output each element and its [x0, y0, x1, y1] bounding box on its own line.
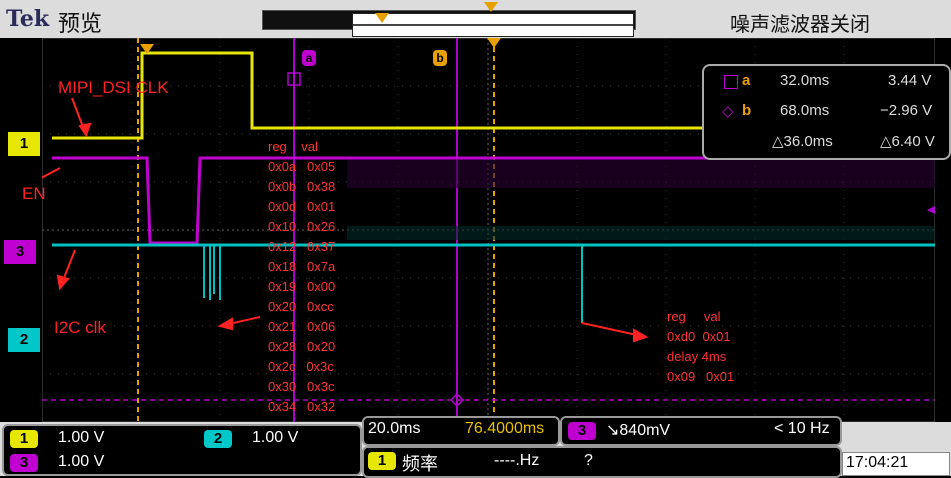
annotation-mipi-clk: MIPI_DSI CLK	[58, 78, 169, 97]
cursor-delta-time: △36.0ms	[772, 133, 833, 150]
cursor-a-label[interactable]: a	[302, 50, 316, 66]
reg-table-left-header: reg val	[268, 139, 318, 154]
frequency-status: ?	[584, 452, 593, 469]
trigger-frequency: < 10 Hz	[774, 420, 830, 437]
cursor-b-readout-label: b	[742, 102, 752, 119]
reg-row: 0x2c 0x3c	[268, 359, 334, 374]
reg-row: 0x28 0x20	[268, 339, 336, 354]
top-status-bar: Tek 预览 噪声滤波器关闭	[0, 0, 951, 39]
ch3-scale-chip[interactable]: 3	[10, 454, 38, 472]
noise-filter-status: 噪声滤波器关闭	[730, 14, 870, 36]
trigger-time-marker-icon	[487, 38, 501, 48]
reg-row: 0x34 0x32	[268, 399, 336, 414]
reg-row: 0x0d 0x01	[268, 199, 336, 214]
reg-row: 0x21 0x06	[268, 319, 336, 334]
reg-table-right-header: reg val	[667, 309, 721, 324]
trigger-level[interactable]: ↘840mV	[606, 420, 670, 440]
reg-row: 0x0a 0x05	[268, 159, 336, 174]
acquisition-mode: 预览	[58, 11, 103, 36]
reg-row: 0x09 0x01	[667, 369, 735, 384]
cursor-delta-voltage: △6.40 V	[880, 133, 935, 150]
trigger-source-chip[interactable]: 3	[568, 422, 596, 440]
cursor-a-voltage: 3.44 V	[888, 72, 932, 89]
cursor-b-time: 68.0ms	[780, 102, 830, 119]
channel-2-marker[interactable]: 2	[8, 328, 40, 352]
ch1-scale[interactable]: 1.00 V	[58, 429, 104, 447]
ch1-scale-chip[interactable]: 1	[10, 430, 38, 448]
horizontal-position[interactable]: 76.4000ms	[465, 420, 544, 438]
cursor-b-voltage: −2.96 V	[880, 102, 933, 119]
clock-time: 17:04:21	[846, 454, 909, 471]
cursor-a-time: 32.0ms	[780, 72, 830, 89]
register-table-right: reg val 0xd0 0x01 delay 4ms 0x09 0x01	[667, 307, 787, 387]
reg-row: 0x0b 0x38	[268, 179, 336, 194]
cursor-readout-panel: a 32.0ms 3.44 V ◇ b 68.0ms −2.96 V △36.0…	[702, 64, 951, 160]
channel-3-marker[interactable]: 3	[4, 240, 36, 264]
record-view-window[interactable]	[352, 2, 634, 37]
reg-row: 0x30 0x3c	[268, 379, 335, 394]
ch3-scale[interactable]: 1.00 V	[58, 453, 104, 471]
trigger-position-marker-icon	[140, 44, 154, 54]
bottom-status-bar: 1 1.00 V 2 1.00 V 3 1.00 V 20.0ms 76.400…	[0, 416, 951, 478]
reg-row: 0x20 0xcc	[268, 299, 334, 314]
frequency-source-chip[interactable]: 1	[368, 452, 396, 470]
trigger-position-icon	[375, 13, 389, 23]
annotation-i2c-clk: I2C clk	[54, 318, 106, 337]
reg-row: 0x19 0x00	[268, 279, 336, 294]
reg-row: 0xd0 0x01	[667, 329, 731, 344]
cursor-a-readout-label: a	[742, 72, 751, 89]
cursor-a-square-icon	[724, 75, 738, 89]
cursor-b-diamond-icon: ◇	[722, 103, 734, 120]
trigger-point-icon	[484, 2, 498, 12]
reg-row: 0x12 0x37	[268, 239, 336, 254]
cursor-b-label[interactable]: b	[433, 50, 447, 66]
timebase-value[interactable]: 20.0ms	[368, 420, 420, 438]
channel-1-marker[interactable]: 1	[8, 132, 40, 156]
reg-row: 0x10 0x26	[268, 219, 336, 234]
brand-logo: Tek	[6, 6, 50, 32]
vertical-scale-panel	[2, 424, 362, 476]
reg-delay: delay 4ms	[667, 349, 727, 364]
annotation-en: EN	[22, 184, 46, 203]
frequency-label: 频率	[402, 454, 438, 474]
ch2-scale[interactable]: 1.00 V	[252, 429, 298, 447]
ch2-scale-chip[interactable]: 2	[204, 430, 232, 448]
register-table-left: reg val 0x0a 0x05 0x0b 0x38 0x0d 0x01 0x10 …	[268, 137, 368, 457]
reg-row: 0x18 0x7a	[268, 259, 336, 274]
frequency-value: ----.Hz	[494, 452, 540, 469]
